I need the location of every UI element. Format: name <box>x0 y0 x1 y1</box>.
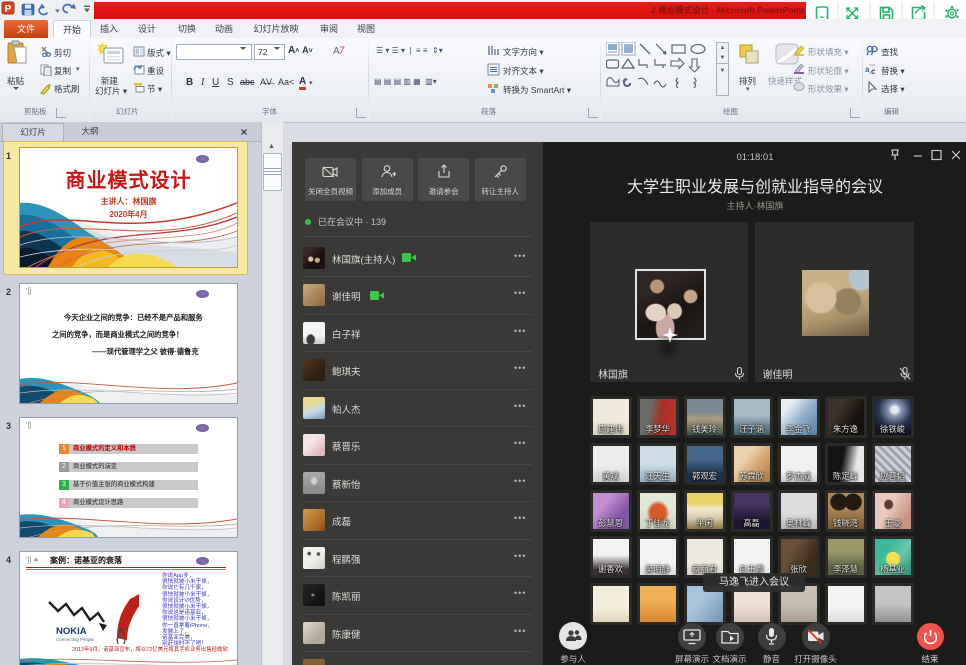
svg-text:P: P <box>5 4 12 15</box>
svg-text:A: A <box>333 46 340 57</box>
svg-text:c: c <box>871 67 876 75</box>
